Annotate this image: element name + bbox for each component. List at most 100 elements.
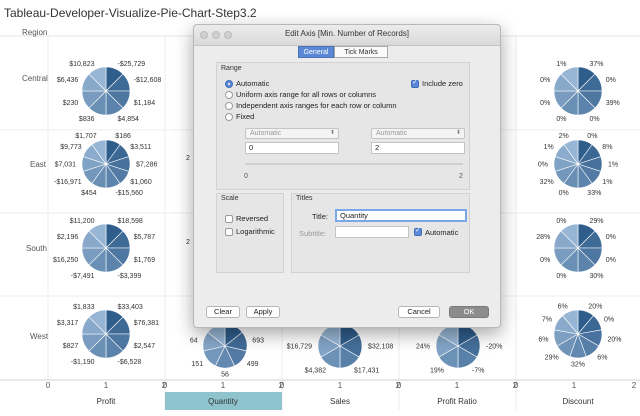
profit-slice-label: -$3,399 [118, 273, 142, 280]
logarithmic-label[interactable]: Logarithmic [236, 227, 275, 236]
titles-heading: Titles [296, 195, 313, 202]
profit-slice-label: $827 [63, 343, 79, 350]
discount-slice-label: 1% [608, 162, 618, 169]
discount-slice-label: 0% [606, 77, 616, 84]
profit-ratio-slice-label: -20% [486, 344, 502, 351]
profit-slice-label: -$1,190 [71, 359, 95, 366]
quantity-slice-label: 2 [186, 155, 190, 162]
profit-ratio-slice-label: 19% [430, 368, 444, 375]
range-slider-track[interactable] [245, 163, 463, 165]
pie-profit-central[interactable] [81, 66, 131, 116]
range-fixed-label[interactable]: Fixed [236, 112, 254, 121]
pie-profit-west[interactable] [81, 309, 131, 359]
range-max-mode-select[interactable]: Automatic ⬍ [371, 128, 465, 139]
profit-slice-label: -$7,491 [71, 273, 95, 280]
profit-slice-label: $9,773 [60, 144, 82, 151]
include-zero-label[interactable]: Include zero [422, 79, 463, 88]
apply-button[interactable]: Apply [246, 306, 280, 318]
profit-slice-label: $454 [81, 190, 97, 197]
profit-slice-label: $1,769 [134, 257, 156, 264]
window-title: Tableau-Developer-Visualize-Pie-Chart-St… [4, 6, 257, 20]
discount-slice-label: 29% [590, 218, 604, 225]
discount-slice-label: 32% [571, 362, 585, 369]
range-min-mode-select[interactable]: Automatic ⬍ [245, 128, 339, 139]
range-automatic-label[interactable]: Automatic [236, 79, 269, 88]
edit-axis-dialog: Edit Axis [Min. Number of Records] Gener… [193, 24, 501, 328]
pie-discount-west[interactable] [553, 309, 603, 359]
profit-slice-label: $186 [115, 133, 131, 140]
pie-discount-central[interactable] [553, 66, 603, 116]
tab-general[interactable]: General [298, 46, 334, 58]
cancel-button[interactable]: Cancel [398, 306, 440, 318]
title-input[interactable]: Quantity [335, 209, 467, 222]
discount-slice-label: 37% [590, 61, 604, 68]
subtitle-automatic-label[interactable]: Automatic [425, 228, 458, 237]
range-independent-radio[interactable] [225, 102, 233, 110]
discount-slice-label: 29% [545, 355, 559, 362]
profit-slice-label: $836 [79, 116, 95, 123]
profit-slice-label: $3,511 [130, 144, 151, 151]
measure-header-profit-ratio[interactable]: Profit Ratio [437, 397, 477, 406]
measure-header-sales[interactable]: Sales [330, 397, 350, 406]
discount-slice-label: 0% [606, 257, 616, 264]
profit-slice-label: $7,286 [136, 162, 158, 169]
measure-header-quantity[interactable]: Quantity [208, 397, 238, 406]
sales-slice-label: $32,108 [368, 344, 393, 351]
region-label-central: Central [22, 74, 48, 83]
discount-slice-label: 2% [559, 133, 569, 140]
range-heading: Range [221, 65, 242, 72]
profit-slice-label: $33,403 [118, 304, 143, 311]
range-uniform-radio[interactable] [225, 91, 233, 99]
range-independent-label[interactable]: Independent axis ranges for each row or … [236, 101, 397, 110]
pie-profit-east[interactable] [81, 139, 131, 189]
profit-slice-label: $16,250 [53, 257, 78, 264]
sales-slice-label: $4,382 [305, 368, 327, 375]
measure-header-profit[interactable]: Profit [97, 397, 116, 406]
discount-slice-label: 0% [556, 116, 566, 123]
region-label-west: West [30, 332, 49, 341]
pie-discount-south[interactable] [553, 223, 603, 273]
discount-slice-label: 33% [587, 190, 601, 197]
scale-panel: Scale Reversed Logarithmic [216, 193, 284, 273]
logarithmic-checkbox[interactable] [225, 228, 233, 236]
quantity-slice-label: 693 [252, 337, 264, 344]
reversed-checkbox[interactable] [225, 215, 233, 223]
range-min-input[interactable]: 0 [245, 142, 339, 154]
dialog-titlebar[interactable]: Edit Axis [Min. Number of Records] [194, 25, 500, 46]
profit-slice-label: $1,060 [130, 179, 152, 186]
chevron-updown-icon: ⬍ [455, 130, 461, 136]
quantity-slice-label: 499 [247, 361, 259, 368]
pie-sales-west[interactable] [317, 323, 363, 369]
range-automatic-radio[interactable] [225, 80, 233, 88]
profit-slice-label: $18,598 [118, 218, 143, 225]
discount-slice-label: 39% [606, 100, 620, 107]
profit-ratio-slice-label: 24% [416, 344, 430, 351]
subtitle-input[interactable] [335, 226, 409, 238]
ok-button[interactable]: OK [449, 306, 489, 318]
axis-tick-label: 0 [514, 381, 519, 390]
profit-slice-label: $10,823 [69, 61, 94, 68]
discount-slice-label: 32% [540, 179, 554, 186]
slider-max-label: 2 [459, 173, 463, 180]
clear-button[interactable]: Clear [206, 306, 240, 318]
profit-slice-label: $76,381 [134, 320, 159, 327]
pie-profit-ratio-west[interactable] [435, 323, 481, 369]
pie-profit-south[interactable] [81, 223, 131, 273]
discount-slice-label: 0% [606, 234, 616, 241]
tab-tick-marks[interactable]: Tick Marks [334, 46, 388, 58]
include-zero-checkbox[interactable] [411, 78, 419, 88]
pie-discount-east[interactable] [553, 139, 603, 189]
profit-slice-label: $1,707 [75, 133, 97, 140]
reversed-label[interactable]: Reversed [236, 214, 268, 223]
discount-slice-label: 28% [536, 234, 550, 241]
discount-slice-label: 0% [540, 257, 550, 264]
range-fixed-radio[interactable] [225, 113, 233, 121]
discount-slice-label: 1% [544, 144, 554, 151]
discount-slice-label: 0% [590, 116, 600, 123]
range-max-input[interactable]: 2 [371, 142, 465, 154]
range-uniform-label[interactable]: Uniform axis range for all rows or colum… [236, 90, 376, 99]
subtitle-automatic-checkbox[interactable] [414, 226, 422, 236]
measure-header-discount[interactable]: Discount [562, 397, 594, 406]
profit-slice-label: $3,317 [57, 320, 79, 327]
pie-quantity-west[interactable] [202, 323, 248, 369]
